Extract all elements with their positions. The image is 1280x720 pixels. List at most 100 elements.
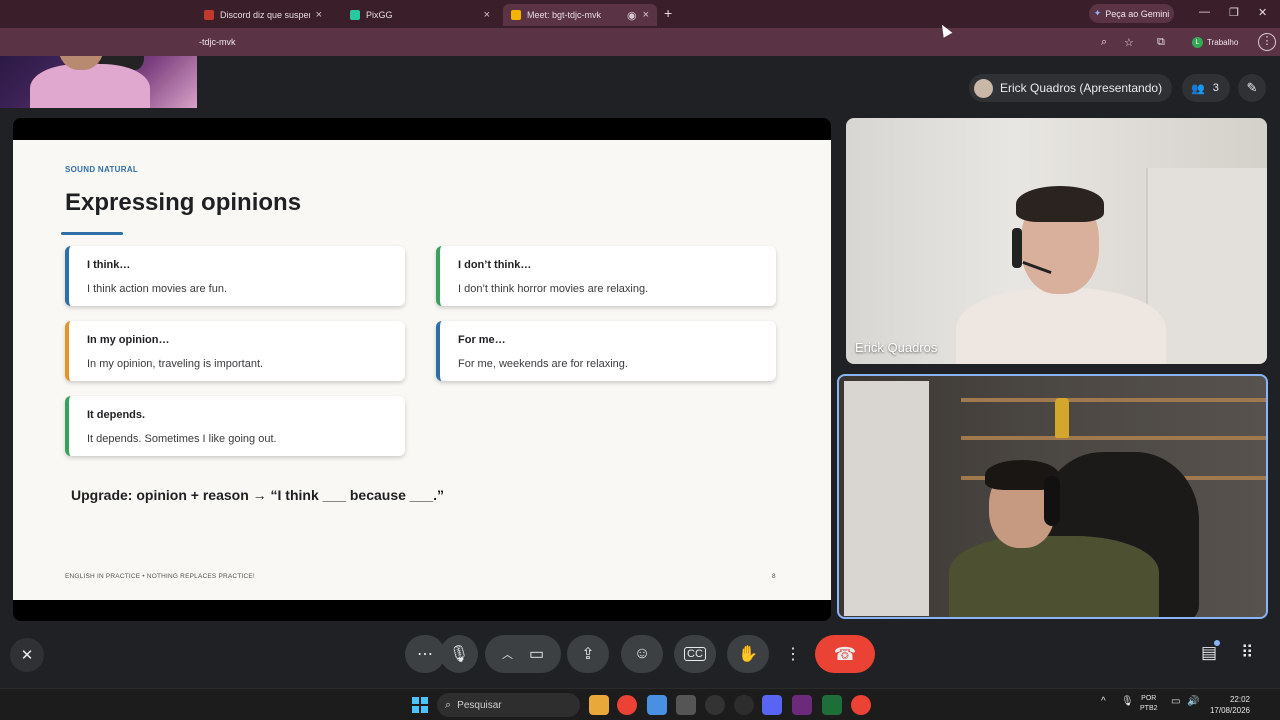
taskbar-search[interactable]: ⌕ Pesquisar bbox=[437, 693, 580, 717]
tab-meet[interactable]: Meet: bgt-tdjc-mvk ◉ × bbox=[503, 4, 657, 26]
participant-hair bbox=[1016, 186, 1104, 222]
participant-tile[interactable]: Erick Quadros bbox=[846, 118, 1267, 364]
avatar bbox=[974, 78, 993, 98]
app-icon[interactable] bbox=[734, 695, 754, 715]
slide-page-number: 8 bbox=[772, 573, 776, 580]
volume-icon[interactable]: 🔊 bbox=[1187, 696, 1199, 707]
gemini-label: Peça ao Gemini bbox=[1105, 8, 1170, 19]
network-icon[interactable]: ▭ bbox=[1171, 696, 1180, 707]
restore-icon[interactable]: ❐ bbox=[1229, 6, 1239, 19]
ellipsis-icon: ⋯ bbox=[417, 646, 433, 663]
reactions-button[interactable]: ☺ bbox=[621, 635, 663, 673]
phrase-card: For me… For me, weekends are for relaxin… bbox=[436, 321, 776, 381]
discord-icon bbox=[204, 10, 214, 20]
tab-title: Meet: bgt-tdjc-mvk bbox=[527, 10, 602, 20]
edit-pen-icon[interactable]: ✎ bbox=[1238, 74, 1266, 102]
camera-icon: ▭ bbox=[528, 646, 545, 663]
card-heading: For me… bbox=[458, 334, 506, 346]
gemini-button[interactable]: ✦ Peça ao Gemini bbox=[1089, 4, 1174, 23]
browser-tab-bar: Discord diz que suspendeu live × PixGG ×… bbox=[0, 0, 1280, 28]
self-view-tile[interactable] bbox=[837, 374, 1268, 619]
presenter-label: Erick Quadros (Apresentando) bbox=[1000, 81, 1163, 95]
app-icon[interactable] bbox=[705, 695, 725, 715]
app-icon[interactable] bbox=[792, 695, 812, 715]
new-tab-icon[interactable]: + bbox=[664, 5, 672, 21]
present-screen-button[interactable]: ⇪ bbox=[567, 635, 609, 673]
participants-button[interactable]: 👥 3 bbox=[1182, 74, 1230, 102]
kebab-icon: ⋮ bbox=[785, 646, 801, 663]
discord-icon[interactable] bbox=[762, 695, 782, 715]
app-icon[interactable] bbox=[676, 695, 696, 715]
captions-icon: CC bbox=[684, 647, 706, 661]
presenter-chip[interactable]: Erick Quadros (Apresentando) bbox=[969, 74, 1172, 102]
clock[interactable]: 22:02 17/08/2026 bbox=[1204, 694, 1250, 716]
shelf bbox=[961, 436, 1266, 440]
profile-label: Trabalho bbox=[1207, 37, 1239, 47]
windows-start-icon[interactable] bbox=[412, 697, 428, 713]
door-background bbox=[844, 381, 929, 616]
window-close-icon[interactable]: ✕ bbox=[1258, 6, 1267, 19]
close-icon[interactable]: × bbox=[643, 9, 649, 21]
chrome-icon[interactable] bbox=[617, 695, 637, 715]
microphone-button[interactable]: 🎙 bbox=[440, 635, 478, 673]
menu-kebab-icon[interactable]: ⋮ bbox=[1258, 33, 1276, 51]
card-example: I think action movies are fun. bbox=[87, 283, 228, 295]
chevron-up-icon[interactable]: ^ bbox=[1101, 696, 1106, 707]
headset bbox=[1044, 476, 1060, 526]
apps-grid-icon[interactable]: ⠿ bbox=[1241, 643, 1253, 663]
close-icon[interactable]: × bbox=[484, 9, 490, 21]
sparkle-icon: ✦ bbox=[1093, 8, 1102, 18]
headset bbox=[1012, 228, 1022, 268]
zoom-icon[interactable]: ⌕ bbox=[1101, 36, 1107, 49]
pixgg-icon bbox=[350, 10, 360, 20]
card-example: It depends. Sometimes I like going out. bbox=[87, 433, 277, 445]
app-icon[interactable] bbox=[647, 695, 667, 715]
tab-discord[interactable]: Discord diz que suspendeu live × bbox=[196, 4, 330, 26]
trophy bbox=[1055, 398, 1069, 438]
upgrade-tip: Upgrade: opinion + reason → “I think ___… bbox=[71, 487, 445, 503]
tab-title: Discord diz que suspendeu live bbox=[220, 10, 310, 20]
minimize-icon[interactable]: — bbox=[1199, 6, 1210, 18]
chat-icon[interactable]: ▤ bbox=[1201, 643, 1217, 663]
address-bar: -tdjc-mvk ⌕ ☆ ⧉ ⋮ bbox=[0, 28, 1280, 56]
url-field[interactable]: -tdjc-mvk bbox=[199, 37, 236, 47]
more-options-button[interactable]: ⋯ bbox=[405, 635, 445, 673]
date: 17/08/2026 bbox=[1209, 706, 1250, 715]
captions-button[interactable]: CC bbox=[674, 635, 716, 673]
participant-name: Erick Quadros bbox=[855, 340, 938, 355]
raise-hand-button[interactable]: ✋ bbox=[727, 635, 769, 673]
language-indicator[interactable]: POR PTB2 bbox=[1140, 694, 1158, 714]
hang-up-icon: ☎ bbox=[833, 643, 857, 664]
people-icon: 👥 bbox=[1191, 82, 1205, 95]
participant-count: 3 bbox=[1212, 82, 1219, 94]
emoji-icon: ☺ bbox=[633, 645, 651, 662]
chrome-icon[interactable] bbox=[851, 695, 871, 715]
search-placeholder: Pesquisar bbox=[457, 699, 502, 711]
leave-call-button[interactable]: ☎ bbox=[815, 635, 875, 673]
microphone-icon[interactable]: 🎙 bbox=[1121, 696, 1134, 707]
chevron-up-icon: ︿ bbox=[501, 649, 513, 661]
time: 22:02 bbox=[1229, 695, 1250, 704]
pin-off-icon[interactable]: ✕ bbox=[10, 638, 44, 672]
presentation-stage: SOUND NATURAL Expressing opinions I thin… bbox=[13, 118, 831, 621]
close-icon[interactable]: × bbox=[316, 9, 322, 21]
more-actions-button[interactable]: ⋮ bbox=[779, 635, 807, 673]
phrase-card: I think… I think action movies are fun. bbox=[65, 246, 405, 306]
terminal-icon[interactable] bbox=[822, 695, 842, 715]
search-icon: ⌕ bbox=[445, 698, 452, 711]
card-heading: In my opinion… bbox=[87, 334, 170, 346]
bookmark-star-icon[interactable]: ☆ bbox=[1124, 36, 1134, 49]
camera-button[interactable]: ︿ ▭ bbox=[485, 635, 561, 673]
recording-icon: ◉ bbox=[626, 9, 637, 22]
self-hoodie bbox=[949, 536, 1159, 617]
slide: SOUND NATURAL Expressing opinions I thin… bbox=[13, 140, 831, 600]
slide-title: Expressing opinions bbox=[65, 189, 302, 216]
meet-icon bbox=[511, 10, 521, 20]
profile-chip[interactable]: L Trabalho bbox=[1192, 34, 1238, 50]
file-explorer-icon[interactable] bbox=[589, 695, 609, 715]
extensions-icon[interactable]: ⧉ bbox=[1157, 36, 1165, 49]
tab-title: PixGG bbox=[366, 10, 393, 20]
present-icon: ⇪ bbox=[581, 646, 595, 663]
keyboard-layout: PTB2 bbox=[1140, 705, 1158, 712]
tab-pixgg[interactable]: PixGG × bbox=[342, 4, 498, 26]
